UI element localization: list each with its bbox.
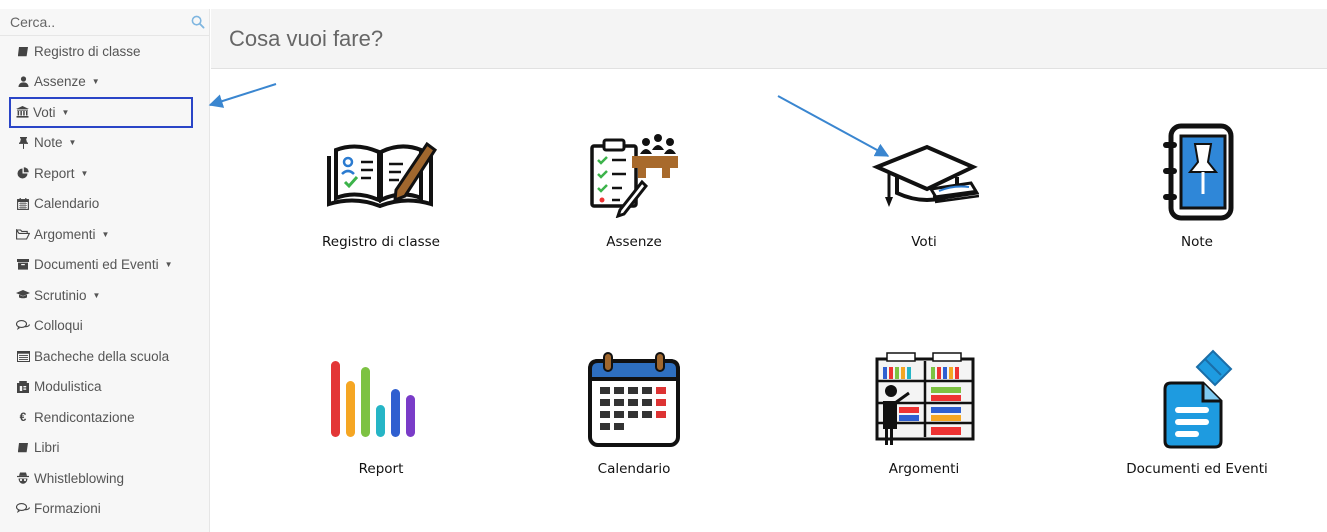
sidebar-item-calendario[interactable]: Calendario (0, 189, 209, 220)
caret-icon: ▼ (101, 229, 110, 239)
sidebar-item-label: Libri (34, 440, 60, 456)
sidebar-item-label: Bacheche della scuola (34, 348, 170, 364)
sidebar: Registro di classe Assenze ▼ Voti ▼ Note… (0, 9, 210, 532)
sidebar-item-note[interactable]: Note ▼ (0, 128, 209, 159)
clipboard-checklist-icon (524, 122, 744, 222)
caret-icon: ▼ (68, 138, 77, 148)
sidebar-item-libri[interactable]: Libri (0, 433, 209, 464)
book-icon (16, 45, 30, 58)
caret-icon: ▼ (92, 290, 101, 300)
book-icon (16, 441, 30, 454)
page: Registro di classe Assenze ▼ Voti ▼ Note… (0, 0, 1327, 532)
sidebar-item-label: Formazioni (34, 501, 101, 517)
caret-icon: ▼ (164, 260, 173, 270)
document-icon (1087, 349, 1307, 449)
sidebar-nav: Registro di classe Assenze ▼ Voti ▼ Note… (0, 36, 209, 524)
chat-icon (16, 319, 30, 332)
page-header: Cosa vuoi fare? (211, 9, 1327, 69)
sidebar-item-formazioni[interactable]: Formazioni (0, 494, 209, 525)
sidebar-item-voti[interactable]: Voti ▼ (9, 97, 193, 128)
archive-icon (16, 258, 30, 271)
sidebar-item-bacheche[interactable]: Bacheche della scuola (0, 341, 209, 372)
user-icon (16, 75, 30, 88)
tile-label: Assenze (606, 234, 662, 250)
tile-label: Note (1181, 234, 1213, 250)
tile-report[interactable]: Report (271, 349, 491, 477)
sidebar-item-label: Argomenti (34, 226, 96, 242)
tile-note[interactable]: Note (1087, 122, 1307, 250)
sidebar-item-registro[interactable]: Registro di classe (0, 36, 209, 67)
graduation-cap-icon (814, 122, 1034, 222)
calendar-icon (524, 349, 744, 449)
tile-label: Calendario (597, 461, 671, 477)
main-content: Cosa vuoi fare? Registro di classe Assen… (211, 9, 1327, 532)
list-icon (16, 350, 30, 363)
tile-registro-di-classe[interactable]: Registro di classe (271, 122, 491, 250)
sidebar-item-documenti[interactable]: Documenti ed Eventi ▼ (0, 250, 209, 281)
sidebar-item-modulistica[interactable]: Modulistica (0, 372, 209, 403)
search-bar (0, 9, 209, 36)
sidebar-item-report[interactable]: Report ▼ (0, 158, 209, 189)
sidebar-item-rendicontazione[interactable]: € Rendicontazione (0, 402, 209, 433)
tile-label: Documenti ed Eventi (1126, 461, 1268, 477)
caret-icon: ▼ (80, 168, 89, 178)
sidebar-item-label: Scrutinio (34, 287, 87, 303)
anonymous-icon (16, 472, 30, 485)
euro-icon: € (19, 410, 27, 425)
search-icon[interactable] (191, 15, 205, 29)
folder-icon (16, 228, 30, 241)
top-strip (0, 0, 1327, 9)
sidebar-item-label: Assenze (34, 74, 86, 90)
tile-label: Registro di classe (322, 234, 440, 250)
calendar-icon (16, 197, 30, 210)
sidebar-item-label: Whistleblowing (34, 470, 125, 486)
tile-label: Voti (911, 234, 937, 250)
caret-icon: ▼ (91, 77, 100, 87)
sidebar-item-colloqui[interactable]: Colloqui (0, 311, 209, 342)
bar-chart-icon (271, 349, 491, 449)
sidebar-item-label: Report (34, 165, 75, 181)
forms-icon (16, 380, 30, 393)
sidebar-item-assenze[interactable]: Assenze ▼ (0, 67, 209, 98)
sidebar-item-label: Modulistica (34, 379, 102, 395)
tile-assenze[interactable]: Assenze (524, 122, 744, 250)
sidebar-item-label: Calendario (34, 196, 100, 212)
bookshelf-icon (814, 349, 1034, 449)
open-book-icon (271, 122, 491, 222)
bank-icon (15, 106, 29, 119)
notebook-pin-icon (1087, 122, 1307, 222)
sidebar-item-scrutinio[interactable]: Scrutinio ▼ (0, 280, 209, 311)
search-input[interactable] (0, 9, 185, 35)
sidebar-item-label: Documenti ed Eventi (34, 257, 159, 273)
sidebar-item-label: Voti (33, 104, 56, 120)
sidebar-item-whistleblowing[interactable]: Whistleblowing (0, 463, 209, 494)
tile-argomenti[interactable]: Argomenti (814, 349, 1034, 477)
graduation-cap-icon (16, 289, 30, 302)
sidebar-item-label: Colloqui (34, 318, 83, 334)
tile-label: Report (358, 461, 404, 477)
pin-icon (16, 136, 30, 149)
page-title: Cosa vuoi fare? (229, 25, 384, 51)
pie-chart-icon (16, 167, 30, 180)
sidebar-item-label: Registro di classe (34, 43, 141, 59)
tile-label: Argomenti (888, 461, 960, 477)
caret-icon: ▼ (61, 107, 70, 117)
sidebar-item-argomenti[interactable]: Argomenti ▼ (0, 219, 209, 250)
sidebar-item-label: Note (34, 135, 63, 151)
sidebar-item-label: Rendicontazione (34, 409, 135, 425)
tile-calendario[interactable]: Calendario (524, 349, 744, 477)
tile-documenti-ed-eventi[interactable]: Documenti ed Eventi (1087, 349, 1307, 477)
chat-icon (16, 502, 30, 515)
tile-voti[interactable]: Voti (814, 122, 1034, 250)
